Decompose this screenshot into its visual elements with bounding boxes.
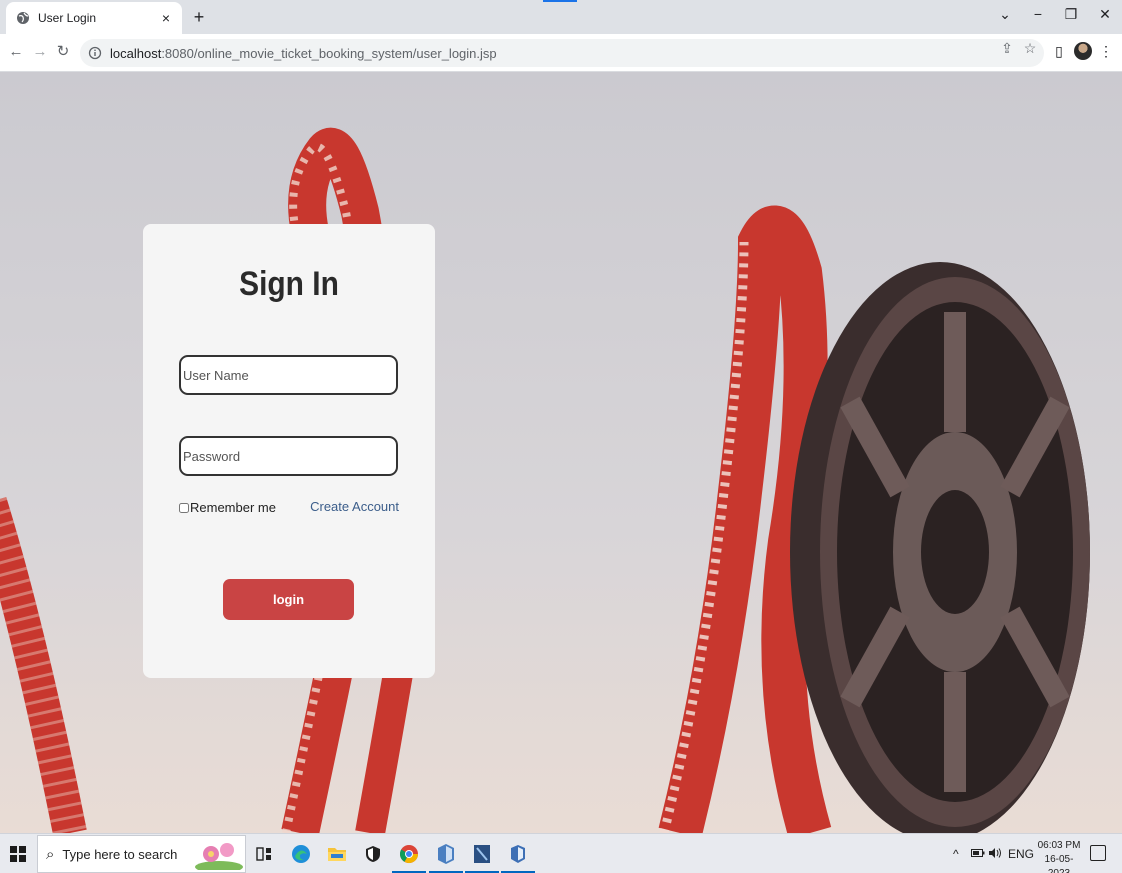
clock-time: 06:03 PM — [1037, 840, 1081, 851]
netbeans-app-icon[interactable] — [465, 840, 499, 873]
restore-icon[interactable]: ❐ — [1061, 6, 1081, 23]
url-text: localhost:8080/online_movie_ticket_booki… — [110, 46, 497, 61]
new-tab-button[interactable]: + — [189, 7, 209, 28]
back-icon[interactable]: ← — [7, 43, 25, 61]
close-window-icon[interactable]: ✕ — [1095, 6, 1115, 23]
reload-icon[interactable]: ↻ — [54, 43, 72, 61]
address-bar[interactable]: localhost:8080/online_movie_ticket_booki… — [80, 39, 1044, 67]
side-panel-icon[interactable]: ▯ — [1050, 43, 1068, 60]
file-explorer-icon[interactable] — [323, 840, 351, 868]
info-icon[interactable] — [88, 46, 102, 60]
search-highlight-icon — [195, 843, 243, 870]
tab-list-icon[interactable]: ⌄ — [995, 6, 1015, 23]
page-background: Sign In Remember me Create Account login — [0, 72, 1122, 833]
language-indicator[interactable]: ENG — [1008, 847, 1034, 861]
remember-me-label: Remember me — [190, 500, 276, 515]
app-window-icon[interactable] — [501, 840, 535, 873]
close-tab-icon[interactable]: × — [158, 10, 174, 26]
windows-security-icon[interactable] — [359, 840, 387, 868]
browser-toolbar: ← → ↻ localhost:8080/online_movie_ticket… — [0, 34, 1122, 72]
system-clock[interactable]: 06:03 PM 16-05-2023 — [1034, 839, 1084, 873]
minimize-icon[interactable]: − — [1028, 6, 1048, 22]
tab-indicator — [543, 0, 577, 2]
browser-menu-icon[interactable]: ⋮ — [1097, 43, 1115, 60]
notification-center-icon[interactable] — [1090, 845, 1106, 861]
create-account-link[interactable]: Create Account — [310, 499, 399, 514]
globe-icon — [16, 11, 30, 25]
url-path: :8080/online_movie_ticket_booking_system… — [161, 45, 497, 61]
bookmark-star-icon[interactable]: ☆ — [1021, 40, 1039, 57]
sign-in-heading: Sign In — [239, 265, 339, 303]
login-button[interactable]: login — [223, 579, 354, 620]
share-icon[interactable]: ⇪ — [998, 40, 1016, 57]
remember-me-option[interactable]: Remember me — [179, 500, 276, 515]
tab-user-login[interactable]: User Login × — [6, 2, 182, 34]
browser-tabstrip: User Login × + ⌄ − ❐ ✕ — [0, 0, 1122, 34]
edge-browser-icon[interactable] — [287, 840, 315, 868]
show-hidden-icons[interactable]: ^ — [953, 847, 959, 861]
clock-date: 16-05-2023 — [1044, 854, 1074, 873]
virtualbox-app-icon[interactable] — [429, 840, 463, 873]
tab-title: User Login — [38, 11, 97, 25]
search-icon: ⌕ — [46, 845, 55, 863]
battery-icon[interactable] — [971, 847, 985, 861]
windows-taskbar: ⌕ Type here to search ^ ENG 06:03 PM 16-… — [0, 833, 1122, 873]
login-card: Sign In Remember me Create Account login — [143, 224, 435, 678]
profile-avatar[interactable] — [1074, 42, 1092, 60]
task-view-icon[interactable] — [250, 840, 278, 868]
username-input[interactable] — [179, 355, 398, 395]
remember-me-checkbox[interactable] — [179, 502, 189, 513]
volume-icon[interactable] — [988, 847, 1002, 862]
password-input[interactable] — [179, 436, 398, 476]
chrome-browser-icon[interactable] — [392, 840, 426, 873]
taskbar-search[interactable]: ⌕ Type here to search — [37, 835, 246, 873]
taskbar-search-placeholder: Type here to search — [62, 846, 178, 862]
url-host: localhost — [110, 45, 162, 61]
forward-icon[interactable]: → — [31, 43, 49, 61]
windows-start-icon[interactable] — [10, 846, 26, 862]
